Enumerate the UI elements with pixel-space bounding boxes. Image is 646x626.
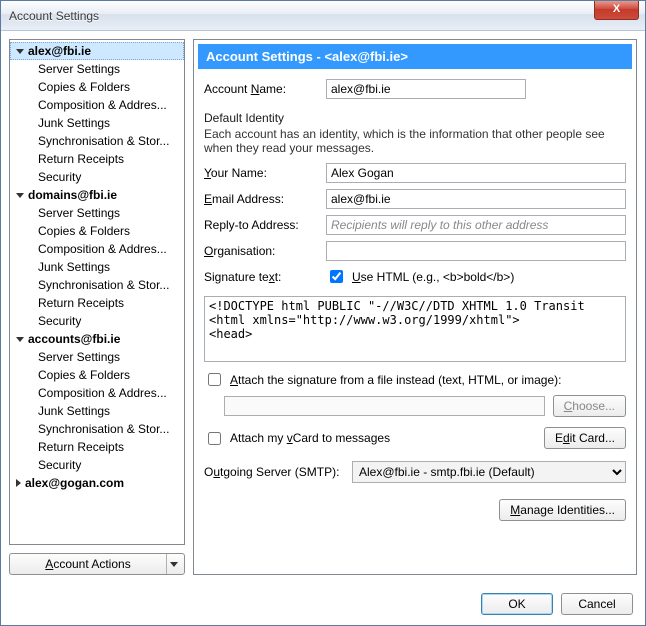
attach-file-label: Attach the signature from a file instead… — [230, 373, 561, 387]
smtp-label: Outgoing Server (SMTP): — [204, 465, 344, 479]
account-label: alex@fbi.ie — [28, 44, 91, 58]
account-subitem[interactable]: Junk Settings — [10, 114, 184, 132]
default-identity-label: Default Identity — [204, 111, 626, 125]
account-subitem[interactable]: Server Settings — [10, 204, 184, 222]
settings-panel: Account Settings - <alex@fbi.ie> Account… — [193, 39, 637, 575]
account-subitem[interactable]: Synchronisation & Stor... — [10, 276, 184, 294]
attach-vcard-label: Attach my vCard to messages — [230, 431, 390, 445]
account-settings-window: Account Settings X alex@fbi.ie Server Set… — [0, 0, 646, 626]
dialog-body: alex@fbi.ieServer SettingsCopies & Folde… — [1, 31, 645, 583]
chevron-down-icon[interactable] — [16, 193, 24, 198]
chevron-right-icon[interactable] — [16, 479, 21, 487]
replyto-input[interactable] — [326, 215, 626, 235]
account-actions-dropdown[interactable] — [166, 554, 184, 574]
edit-card-button[interactable]: Edit Card... — [544, 427, 626, 449]
window-title: Account Settings — [9, 9, 99, 23]
account-name-row: Account Name: — [204, 79, 626, 99]
account-subitem[interactable]: Synchronisation & Stor... — [10, 132, 184, 150]
account-subitem[interactable]: Composition & Addres... — [10, 384, 184, 402]
org-input[interactable] — [326, 241, 626, 261]
account-row[interactable]: domains@fbi.ie — [10, 186, 184, 204]
account-subitem[interactable]: Return Receipts — [10, 438, 184, 456]
org-label: Organisation: — [204, 244, 318, 258]
account-subitem[interactable]: Composition & Addres... — [10, 240, 184, 258]
account-name-label: Account Name: — [204, 82, 318, 96]
manage-identities-button[interactable]: Manage Identities... — [499, 499, 626, 521]
titlebar[interactable]: Account Settings X — [1, 1, 645, 31]
identity-hint: Each account has an identity, which is t… — [204, 127, 626, 155]
panel-header: Account Settings - <alex@fbi.ie> — [198, 44, 632, 69]
account-subitem[interactable]: Copies & Folders — [10, 78, 184, 96]
cancel-button[interactable]: Cancel — [561, 593, 633, 615]
account-actions-label: Account Actions — [10, 557, 166, 571]
account-actions-button[interactable]: Account Actions — [9, 553, 185, 575]
account-subitem[interactable]: Server Settings — [10, 348, 184, 366]
account-actions-row: Account Actions — [9, 553, 185, 575]
account-subitem[interactable]: Copies & Folders — [10, 366, 184, 384]
signature-textarea[interactable]: <!DOCTYPE html PUBLIC "-//W3C//DTD XHTML… — [204, 296, 626, 362]
use-html-checkbox[interactable] — [330, 270, 343, 283]
sig-file-path-input — [224, 396, 545, 416]
your-name-label: Your Name: — [204, 166, 318, 180]
account-subitem[interactable]: Security — [10, 456, 184, 474]
chevron-down-icon[interactable] — [16, 337, 24, 342]
account-subitem[interactable]: Server Settings — [10, 60, 184, 78]
close-button[interactable]: X — [594, 1, 639, 20]
account-label: alex@gogan.com — [25, 476, 124, 490]
account-label: domains@fbi.ie — [28, 188, 117, 202]
account-subitem[interactable]: Junk Settings — [10, 258, 184, 276]
your-name-input[interactable] — [326, 163, 626, 183]
smtp-select[interactable]: Alex@fbi.ie - smtp.fbi.ie (Default) — [352, 461, 626, 483]
use-html-label: Use HTML (e.g., <b>bold</b>) — [352, 270, 514, 284]
replyto-label: Reply-to Address: — [204, 218, 318, 232]
sig-label: Signature text: — [204, 270, 318, 284]
accounts-tree[interactable]: alex@fbi.ieServer SettingsCopies & Folde… — [9, 39, 185, 545]
choose-file-button[interactable]: Choose... — [553, 395, 626, 417]
dialog-button-bar: OK Cancel — [1, 583, 645, 625]
ok-button[interactable]: OK — [481, 593, 553, 615]
left-column: alex@fbi.ieServer SettingsCopies & Folde… — [9, 39, 185, 575]
account-subitem[interactable]: Return Receipts — [10, 150, 184, 168]
account-label: accounts@fbi.ie — [28, 332, 120, 346]
account-subitem[interactable]: Composition & Addres... — [10, 96, 184, 114]
chevron-down-icon[interactable] — [16, 49, 24, 54]
attach-vcard-checkbox[interactable] — [208, 432, 221, 445]
account-subitem[interactable]: Junk Settings — [10, 402, 184, 420]
account-row[interactable]: alex@gogan.com — [10, 474, 184, 492]
account-subitem[interactable]: Synchronisation & Stor... — [10, 420, 184, 438]
account-row[interactable]: alex@fbi.ie — [10, 42, 184, 60]
account-subitem[interactable]: Security — [10, 312, 184, 330]
account-row[interactable]: accounts@fbi.ie — [10, 330, 184, 348]
account-subitem[interactable]: Security — [10, 168, 184, 186]
email-input[interactable] — [326, 189, 626, 209]
account-subitem[interactable]: Copies & Folders — [10, 222, 184, 240]
email-label: Email Address: — [204, 192, 318, 206]
attach-file-checkbox[interactable] — [208, 373, 221, 386]
account-subitem[interactable]: Return Receipts — [10, 294, 184, 312]
account-name-input[interactable] — [326, 79, 526, 99]
